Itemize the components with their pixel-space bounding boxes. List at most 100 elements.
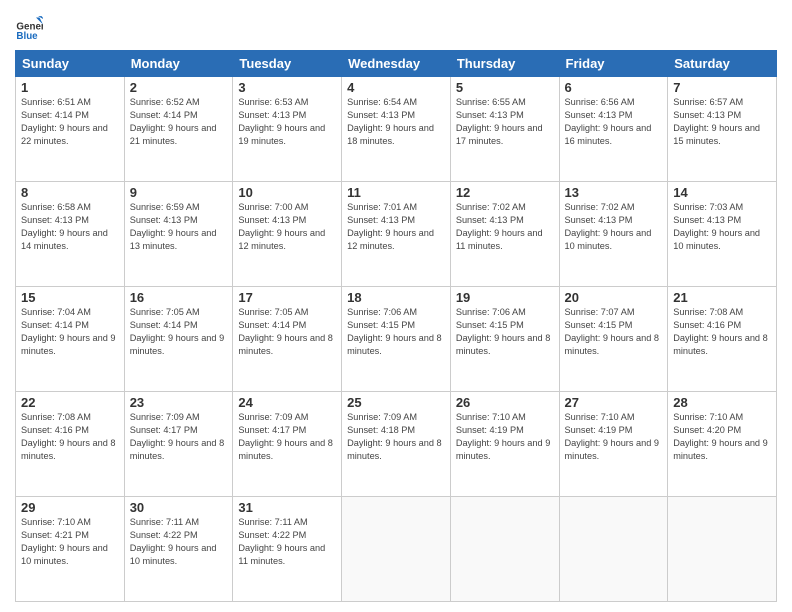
weekday-header-monday: Monday — [124, 51, 233, 77]
weekday-header-friday: Friday — [559, 51, 668, 77]
week-row-4: 22 Sunrise: 7:08 AMSunset: 4:16 PMDaylig… — [16, 392, 777, 497]
day-cell: 4 Sunrise: 6:54 AMSunset: 4:13 PMDayligh… — [342, 77, 451, 182]
day-cell: 23 Sunrise: 7:09 AMSunset: 4:17 PMDaylig… — [124, 392, 233, 497]
day-info: Sunrise: 7:10 AMSunset: 4:19 PMDaylight:… — [456, 412, 551, 461]
day-cell: 25 Sunrise: 7:09 AMSunset: 4:18 PMDaylig… — [342, 392, 451, 497]
calendar-page: General Blue SundayMondayTuesdayWednesda… — [0, 0, 792, 612]
day-info: Sunrise: 7:10 AMSunset: 4:20 PMDaylight:… — [673, 412, 768, 461]
day-number: 22 — [21, 395, 119, 410]
logo: General Blue — [15, 14, 45, 42]
day-cell: 26 Sunrise: 7:10 AMSunset: 4:19 PMDaylig… — [450, 392, 559, 497]
day-number: 8 — [21, 185, 119, 200]
day-number: 28 — [673, 395, 771, 410]
day-cell: 28 Sunrise: 7:10 AMSunset: 4:20 PMDaylig… — [668, 392, 777, 497]
day-cell: 27 Sunrise: 7:10 AMSunset: 4:19 PMDaylig… — [559, 392, 668, 497]
day-info: Sunrise: 7:06 AMSunset: 4:15 PMDaylight:… — [347, 307, 442, 356]
day-info: Sunrise: 7:09 AMSunset: 4:17 PMDaylight:… — [130, 412, 225, 461]
day-number: 27 — [565, 395, 663, 410]
day-info: Sunrise: 7:00 AMSunset: 4:13 PMDaylight:… — [238, 202, 325, 251]
day-info: Sunrise: 6:51 AMSunset: 4:14 PMDaylight:… — [21, 97, 108, 146]
day-number: 21 — [673, 290, 771, 305]
week-row-1: 1 Sunrise: 6:51 AMSunset: 4:14 PMDayligh… — [16, 77, 777, 182]
day-cell: 21 Sunrise: 7:08 AMSunset: 4:16 PMDaylig… — [668, 287, 777, 392]
day-number: 23 — [130, 395, 228, 410]
day-cell: 9 Sunrise: 6:59 AMSunset: 4:13 PMDayligh… — [124, 182, 233, 287]
day-cell: 14 Sunrise: 7:03 AMSunset: 4:13 PMDaylig… — [668, 182, 777, 287]
week-row-3: 15 Sunrise: 7:04 AMSunset: 4:14 PMDaylig… — [16, 287, 777, 392]
day-cell: 29 Sunrise: 7:10 AMSunset: 4:21 PMDaylig… — [16, 497, 125, 602]
day-info: Sunrise: 7:10 AMSunset: 4:19 PMDaylight:… — [565, 412, 660, 461]
day-info: Sunrise: 7:09 AMSunset: 4:18 PMDaylight:… — [347, 412, 442, 461]
week-row-5: 29 Sunrise: 7:10 AMSunset: 4:21 PMDaylig… — [16, 497, 777, 602]
day-info: Sunrise: 7:11 AMSunset: 4:22 PMDaylight:… — [130, 517, 217, 566]
day-info: Sunrise: 7:01 AMSunset: 4:13 PMDaylight:… — [347, 202, 434, 251]
day-cell: 3 Sunrise: 6:53 AMSunset: 4:13 PMDayligh… — [233, 77, 342, 182]
day-cell: 7 Sunrise: 6:57 AMSunset: 4:13 PMDayligh… — [668, 77, 777, 182]
day-number: 12 — [456, 185, 554, 200]
day-number: 3 — [238, 80, 336, 95]
svg-text:Blue: Blue — [16, 31, 38, 42]
weekday-header-saturday: Saturday — [668, 51, 777, 77]
day-info: Sunrise: 7:03 AMSunset: 4:13 PMDaylight:… — [673, 202, 760, 251]
day-cell: 19 Sunrise: 7:06 AMSunset: 4:15 PMDaylig… — [450, 287, 559, 392]
day-info: Sunrise: 7:02 AMSunset: 4:13 PMDaylight:… — [456, 202, 543, 251]
day-number: 14 — [673, 185, 771, 200]
week-row-2: 8 Sunrise: 6:58 AMSunset: 4:13 PMDayligh… — [16, 182, 777, 287]
day-info: Sunrise: 7:07 AMSunset: 4:15 PMDaylight:… — [565, 307, 660, 356]
day-info: Sunrise: 7:08 AMSunset: 4:16 PMDaylight:… — [673, 307, 768, 356]
day-info: Sunrise: 7:02 AMSunset: 4:13 PMDaylight:… — [565, 202, 652, 251]
day-info: Sunrise: 6:54 AMSunset: 4:13 PMDaylight:… — [347, 97, 434, 146]
day-number: 13 — [565, 185, 663, 200]
day-number: 20 — [565, 290, 663, 305]
day-number: 31 — [238, 500, 336, 515]
day-info: Sunrise: 7:09 AMSunset: 4:17 PMDaylight:… — [238, 412, 333, 461]
day-number: 17 — [238, 290, 336, 305]
day-number: 25 — [347, 395, 445, 410]
day-cell: 10 Sunrise: 7:00 AMSunset: 4:13 PMDaylig… — [233, 182, 342, 287]
day-number: 18 — [347, 290, 445, 305]
day-info: Sunrise: 6:58 AMSunset: 4:13 PMDaylight:… — [21, 202, 108, 251]
weekday-header-thursday: Thursday — [450, 51, 559, 77]
day-number: 19 — [456, 290, 554, 305]
weekday-header-sunday: Sunday — [16, 51, 125, 77]
day-cell: 31 Sunrise: 7:11 AMSunset: 4:22 PMDaylig… — [233, 497, 342, 602]
day-info: Sunrise: 6:55 AMSunset: 4:13 PMDaylight:… — [456, 97, 543, 146]
day-cell: 5 Sunrise: 6:55 AMSunset: 4:13 PMDayligh… — [450, 77, 559, 182]
weekday-header-tuesday: Tuesday — [233, 51, 342, 77]
day-info: Sunrise: 7:10 AMSunset: 4:21 PMDaylight:… — [21, 517, 108, 566]
day-number: 9 — [130, 185, 228, 200]
day-cell: 2 Sunrise: 6:52 AMSunset: 4:14 PMDayligh… — [124, 77, 233, 182]
calendar-table: SundayMondayTuesdayWednesdayThursdayFrid… — [15, 50, 777, 602]
weekday-header-row: SundayMondayTuesdayWednesdayThursdayFrid… — [16, 51, 777, 77]
day-info: Sunrise: 6:59 AMSunset: 4:13 PMDaylight:… — [130, 202, 217, 251]
logo-icon: General Blue — [15, 14, 43, 42]
day-cell: 30 Sunrise: 7:11 AMSunset: 4:22 PMDaylig… — [124, 497, 233, 602]
day-number: 30 — [130, 500, 228, 515]
day-info: Sunrise: 6:53 AMSunset: 4:13 PMDaylight:… — [238, 97, 325, 146]
day-number: 4 — [347, 80, 445, 95]
day-cell: 6 Sunrise: 6:56 AMSunset: 4:13 PMDayligh… — [559, 77, 668, 182]
day-info: Sunrise: 7:04 AMSunset: 4:14 PMDaylight:… — [21, 307, 116, 356]
day-number: 5 — [456, 80, 554, 95]
day-cell: 16 Sunrise: 7:05 AMSunset: 4:14 PMDaylig… — [124, 287, 233, 392]
day-cell: 11 Sunrise: 7:01 AMSunset: 4:13 PMDaylig… — [342, 182, 451, 287]
day-cell: 13 Sunrise: 7:02 AMSunset: 4:13 PMDaylig… — [559, 182, 668, 287]
day-number: 10 — [238, 185, 336, 200]
day-info: Sunrise: 7:11 AMSunset: 4:22 PMDaylight:… — [238, 517, 325, 566]
day-number: 6 — [565, 80, 663, 95]
day-info: Sunrise: 6:57 AMSunset: 4:13 PMDaylight:… — [673, 97, 760, 146]
day-cell: 24 Sunrise: 7:09 AMSunset: 4:17 PMDaylig… — [233, 392, 342, 497]
day-number: 11 — [347, 185, 445, 200]
day-cell: 8 Sunrise: 6:58 AMSunset: 4:13 PMDayligh… — [16, 182, 125, 287]
day-cell: 18 Sunrise: 7:06 AMSunset: 4:15 PMDaylig… — [342, 287, 451, 392]
day-cell: 12 Sunrise: 7:02 AMSunset: 4:13 PMDaylig… — [450, 182, 559, 287]
day-cell: 15 Sunrise: 7:04 AMSunset: 4:14 PMDaylig… — [16, 287, 125, 392]
day-number: 2 — [130, 80, 228, 95]
weekday-header-wednesday: Wednesday — [342, 51, 451, 77]
day-cell — [342, 497, 451, 602]
day-number: 16 — [130, 290, 228, 305]
day-info: Sunrise: 6:56 AMSunset: 4:13 PMDaylight:… — [565, 97, 652, 146]
day-number: 24 — [238, 395, 336, 410]
day-number: 7 — [673, 80, 771, 95]
day-number: 26 — [456, 395, 554, 410]
